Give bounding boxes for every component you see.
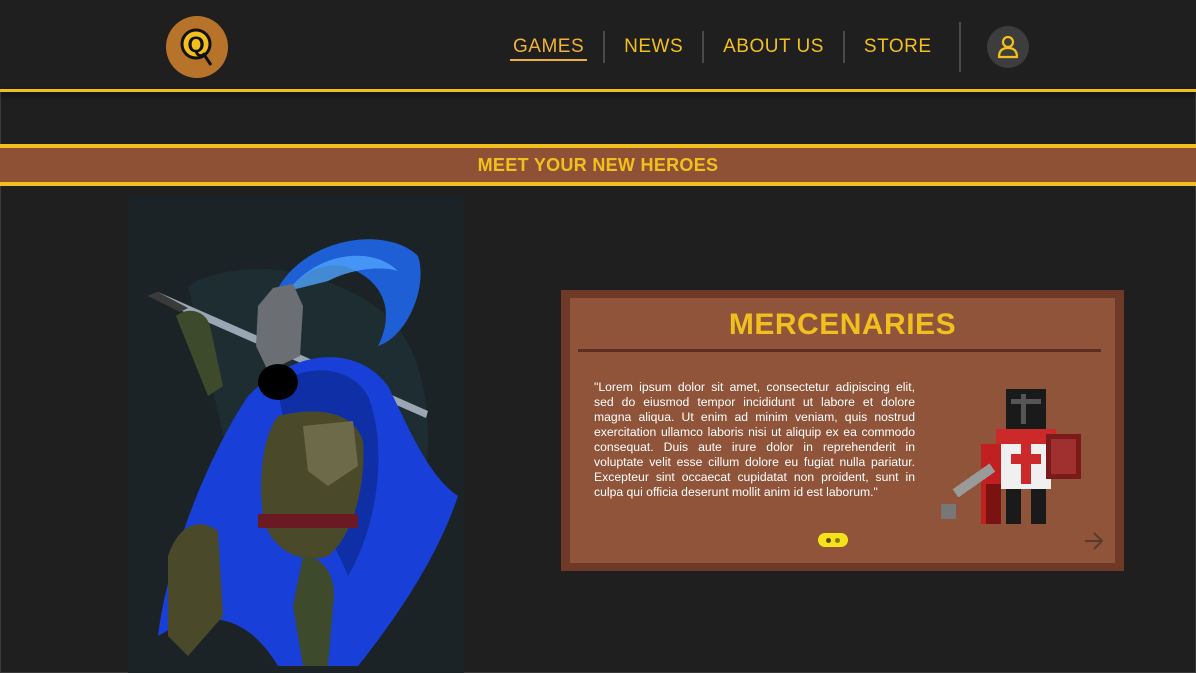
title-divider [578,349,1101,352]
knight-sprite [941,389,1081,524]
site-logo[interactable]: Q [166,16,228,78]
nav-about-us[interactable]: ABOUT US [704,29,843,65]
svg-text:Q: Q [187,32,204,57]
logo-q-icon: Q [180,28,213,66]
banner-title: MEET YOUR NEW HEROES [477,154,719,175]
nav-games[interactable]: GAMES [494,29,603,65]
active-underline [510,59,588,61]
nav-games-label: GAMES [513,36,585,57]
pager-dot-active[interactable] [826,537,831,543]
header-divider [0,89,1196,92]
hero-card: MERCENARIES "Lorem ipsum dolor sit amet,… [561,290,1124,571]
site-header: Q GAMES NEWS ABOUT US STORE [0,0,1196,90]
arrow-right-icon[interactable] [1082,530,1106,552]
nav-store-label: STORE [863,36,932,57]
heroes-banner: MEET YOUR NEW HEROES [0,144,1196,186]
card-description: "Lorem ipsum dolor sit amet, consectetur… [594,380,915,500]
nav-news[interactable]: NEWS [605,29,702,65]
nav-about-us-label: ABOUT US [723,36,824,57]
pager-dot[interactable] [835,537,840,543]
main-nav: GAMES NEWS ABOUT US STORE [494,22,1029,72]
nav-divider [958,22,961,72]
carousel-pager[interactable] [818,533,848,547]
card-title: MERCENARIES [728,308,957,341]
user-icon [997,35,1018,59]
nav-news-label: NEWS [624,36,684,57]
hero-illustration [128,196,464,673]
profile-button[interactable] [986,26,1029,68]
nav-store[interactable]: STORE [845,29,951,65]
hero-card-body: MERCENARIES "Lorem ipsum dolor sit amet,… [570,298,1115,563]
